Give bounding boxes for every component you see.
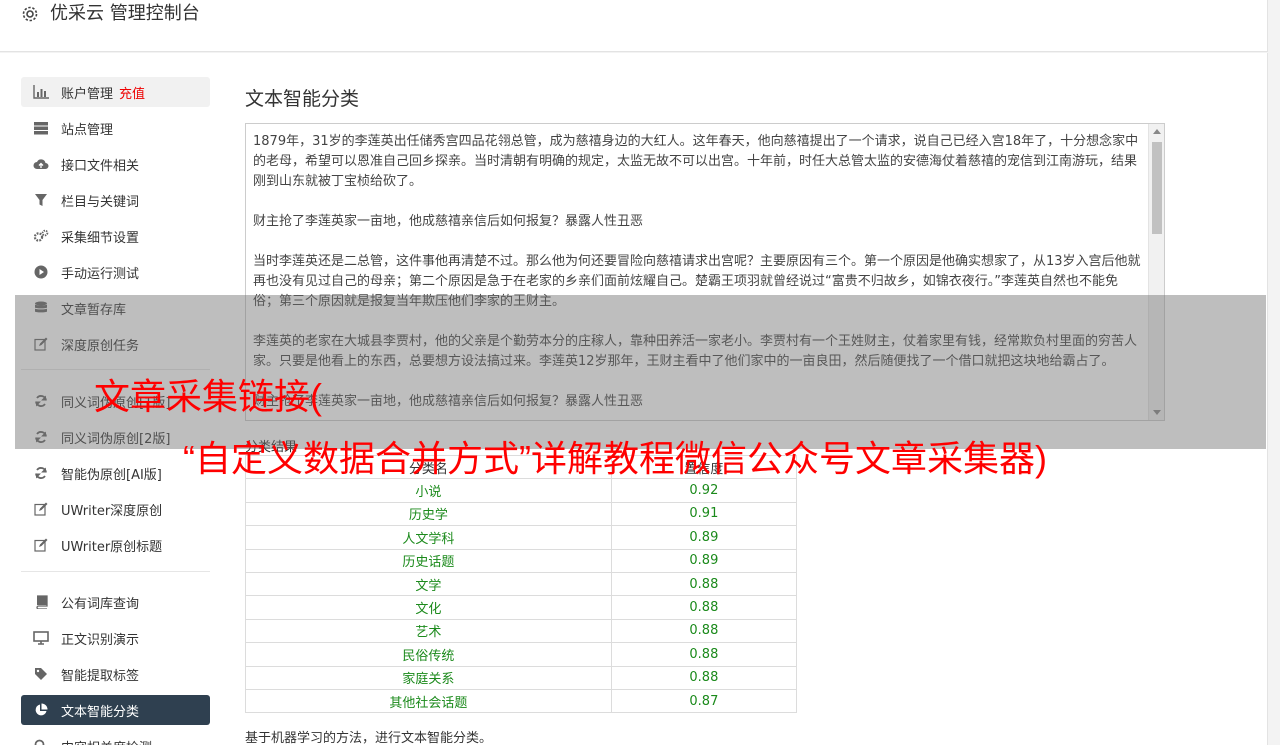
confidence-cell: 0.88 — [610, 571, 798, 597]
sidebar-item-account[interactable]: 账户管理 充值 — [21, 77, 210, 107]
play-circle-icon — [32, 263, 50, 281]
pie-chart-icon — [32, 701, 50, 719]
table-row: 历史学 0.91 — [245, 501, 798, 527]
sidebar-item-interface-files[interactable]: 接口文件相关 — [21, 149, 210, 179]
table-row: 文学 0.88 — [245, 571, 798, 597]
page-title: 文本智能分类 — [245, 88, 360, 110]
sidebar-divider — [21, 571, 210, 572]
sidebar-item-columns-keywords[interactable]: 栏目与关键词 — [21, 185, 210, 215]
sidebar-item-manual-run[interactable]: 手动运行测试 — [21, 257, 210, 287]
sidebar-item-label: 站点管理 — [61, 122, 114, 138]
classification-table: 分类名 置信度 小说 0.92 历史学 0.91 人文学科 0.89 历史话题 0.89… — [245, 454, 798, 714]
confidence-cell: 0.87 — [610, 688, 798, 714]
sidebar-item-sites[interactable]: 站点管理 — [21, 113, 210, 143]
confidence-cell: 0.89 — [610, 548, 798, 573]
category-cell: 人文学科 — [245, 525, 612, 550]
category-cell: 文化 — [245, 595, 612, 620]
recharge-link[interactable]: 充值 — [119, 83, 145, 102]
confidence-cell: 0.89 — [610, 525, 798, 550]
sidebar-item-label: 手动运行测试 — [61, 266, 140, 282]
sidebar-item-relevance-check[interactable]: 内容相关度检测 — [21, 731, 210, 745]
category-cell: 小说 — [245, 478, 612, 503]
table-row: 民俗传统 0.88 — [245, 642, 798, 667]
watermark-overlay — [15, 295, 1266, 449]
article-paragraph: 财主抢了李莲英家一亩地，他成慈禧亲信后如何报复？暴露人性丑恶 — [253, 214, 644, 229]
table-row: 小说 0.92 — [245, 478, 798, 503]
category-cell: 文学 — [245, 571, 612, 597]
top-bar: 优采云 管理控制台 — [0, 0, 1268, 52]
table-row: 文化 0.88 — [245, 595, 798, 620]
scrollbar-thumb[interactable] — [1152, 142, 1162, 234]
sidebar-item-label: 采集细节设置 — [61, 230, 140, 246]
cloud-upload-icon — [32, 155, 50, 173]
sidebar-item-label: UWriter原创标题 — [61, 539, 163, 555]
confidence-cell: 0.92 — [610, 478, 798, 503]
filter-icon — [32, 191, 50, 209]
confidence-cell: 0.88 — [610, 642, 798, 667]
sidebar-item-label: 账户管理 — [61, 86, 114, 102]
sidebar-item-label: UWriter深度原创 — [61, 503, 163, 519]
table-row: 家庭关系 0.88 — [245, 665, 798, 690]
category-cell: 家庭关系 — [245, 665, 612, 690]
server-icon — [32, 119, 50, 137]
table-row: 其他社会话题 0.87 — [245, 688, 798, 714]
category-cell: 历史学 — [245, 501, 612, 527]
category-cell: 其他社会话题 — [245, 688, 612, 714]
monitor-icon — [32, 629, 50, 647]
search-icon — [32, 737, 50, 745]
overlay-title-line2: “自定义数据合并方式”详解教程微信公众号文章采集器) — [183, 438, 1047, 479]
table-row: 人文学科 0.89 — [245, 525, 798, 550]
category-cell: 民俗传统 — [245, 642, 612, 667]
sidebar-item-label: 智能伪原创[AI版] — [61, 467, 162, 483]
sidebar-item-uwriter-title[interactable]: UWriter原创标题 — [21, 530, 210, 560]
sidebar-item-label: 内容相关度检测 — [61, 737, 152, 745]
sidebar-item-tag-extraction[interactable]: 智能提取标签 — [21, 659, 210, 689]
sidebar-item-label: 公有词库查询 — [61, 596, 140, 612]
sidebar-item-ai-rewrite[interactable]: 智能伪原创[AI版] — [21, 458, 210, 488]
confidence-cell: 0.91 — [610, 501, 798, 527]
confidence-cell: 0.88 — [610, 595, 798, 620]
confidence-cell: 0.88 — [610, 618, 798, 644]
scroll-up-arrow-icon[interactable] — [1153, 129, 1161, 134]
app-title: 优采云 管理控制台 — [50, 3, 200, 24]
refresh-icon — [32, 464, 50, 482]
edit-icon — [32, 500, 50, 518]
bar-chart-icon — [32, 83, 50, 101]
sidebar-item-collection-settings[interactable]: 采集细节设置 — [21, 221, 210, 251]
description-footnote: 基于机器学习的方法，进行文本智能分类。 — [245, 731, 493, 745]
sidebar-item-label: 正文识别演示 — [61, 632, 140, 648]
edit-icon — [32, 536, 50, 554]
sidebar-item-label: 栏目与关键词 — [61, 194, 140, 210]
sidebar-item-uwriter-deep[interactable]: UWriter深度原创 — [21, 494, 210, 524]
table-row: 艺术 0.88 — [245, 618, 798, 644]
sidebar-item-label: 智能提取标签 — [61, 668, 140, 684]
sidebar-item-text-classification[interactable]: 文本智能分类 — [21, 695, 210, 725]
confidence-cell: 0.88 — [610, 665, 798, 690]
sidebar-item-label: 接口文件相关 — [61, 158, 140, 174]
sidebar-item-label: 文本智能分类 — [61, 704, 140, 720]
sidebar-item-text-recognition[interactable]: 正文识别演示 — [21, 623, 210, 653]
gears-icon — [32, 227, 50, 245]
category-cell: 艺术 — [245, 618, 612, 644]
sidebar-item-public-lexicon[interactable]: 公有词库查询 — [21, 587, 210, 617]
tag-icon — [32, 665, 50, 683]
gear-icon — [22, 6, 38, 22]
overlay-title-line1: 文章采集链接( — [94, 376, 322, 417]
book-icon — [32, 593, 50, 611]
article-paragraph: 1879年，31岁的李莲英出任储秀宫四品花翎总管，成为慈禧身边的大红人。这年春天… — [253, 134, 1139, 189]
category-cell: 历史话题 — [245, 548, 612, 573]
table-row: 历史话题 0.89 — [245, 548, 798, 573]
